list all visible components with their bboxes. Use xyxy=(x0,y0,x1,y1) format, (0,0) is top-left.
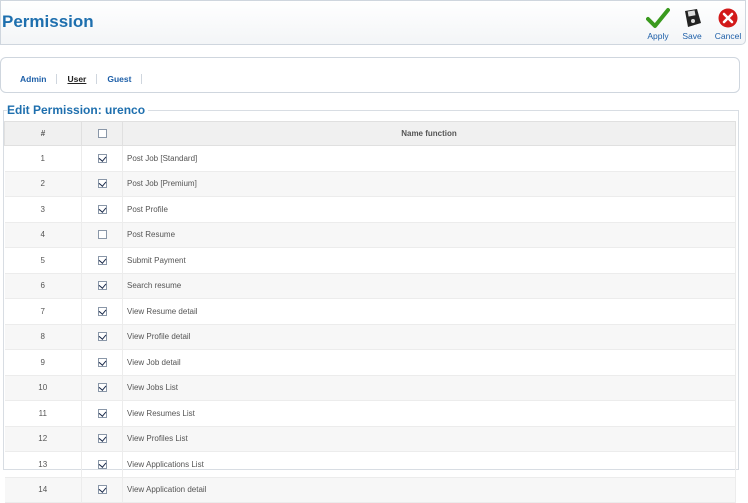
check-icon xyxy=(646,8,670,28)
table-row: 9 View Job detail xyxy=(4,349,736,376)
table-row: 5 Submit Payment xyxy=(4,247,736,274)
function-name: Post Job [Premium] xyxy=(122,171,736,197)
row-checkbox-cell xyxy=(81,196,123,223)
cancel-icon xyxy=(718,8,738,28)
save-button[interactable]: Save xyxy=(677,7,707,41)
row-checkbox-cell xyxy=(81,247,123,274)
function-name: Search resume xyxy=(122,273,736,299)
table-row: 14 View Application detail xyxy=(4,477,736,503)
permission-checkbox[interactable] xyxy=(97,153,107,163)
column-header-name: Name function xyxy=(122,121,736,146)
row-checkbox-cell xyxy=(81,145,123,172)
floppy-disk-icon xyxy=(685,9,701,27)
row-checkbox-cell xyxy=(81,222,123,248)
table-row: 8 View Profile detail xyxy=(4,324,736,350)
permission-checkbox[interactable] xyxy=(97,306,107,316)
function-name: Submit Payment xyxy=(122,247,736,274)
row-number: 8 xyxy=(4,324,82,350)
row-number: 3 xyxy=(4,196,82,223)
permission-checkbox[interactable] xyxy=(97,281,107,291)
permission-checkbox[interactable] xyxy=(97,383,107,393)
function-name: Post Profile xyxy=(122,196,736,223)
select-all-checkbox[interactable] xyxy=(97,129,107,139)
table-row: 11 View Resumes List xyxy=(4,400,736,427)
column-header-number: # xyxy=(4,121,82,146)
row-checkbox-cell xyxy=(81,298,123,325)
row-checkbox-cell xyxy=(81,375,123,401)
row-number: 13 xyxy=(4,451,82,478)
table-row: 13 View Applications List xyxy=(4,451,736,478)
table-row: 1 Post Job [Standard] xyxy=(4,145,736,172)
permission-checkbox[interactable] xyxy=(97,230,107,240)
permission-checkbox[interactable] xyxy=(97,459,107,469)
permission-checkbox[interactable] xyxy=(97,332,107,342)
permission-checkbox[interactable] xyxy=(97,204,107,214)
row-number: 11 xyxy=(4,400,82,427)
row-number: 9 xyxy=(4,349,82,376)
row-number: 2 xyxy=(4,171,82,197)
table-row: 10 View Jobs List xyxy=(4,375,736,401)
row-checkbox-cell xyxy=(81,273,123,299)
row-number: 7 xyxy=(4,298,82,325)
permission-checkbox[interactable] xyxy=(97,357,107,367)
row-number: 10 xyxy=(4,375,82,401)
permission-checkbox[interactable] xyxy=(97,179,107,189)
row-number: 6 xyxy=(4,273,82,299)
tab-user[interactable]: User xyxy=(57,74,98,84)
header-bar: Permission Apply Save Cancel xyxy=(0,0,746,45)
function-name: Post Resume xyxy=(122,222,736,248)
cancel-label: Cancel xyxy=(714,31,742,41)
tab-admin[interactable]: Admin xyxy=(20,74,58,84)
table-row: 4 Post Resume xyxy=(4,222,736,248)
cancel-button[interactable]: Cancel xyxy=(713,7,743,41)
row-number: 4 xyxy=(4,222,82,248)
function-name: View Application detail xyxy=(122,477,736,503)
function-name: View Jobs List xyxy=(122,375,736,401)
apply-label: Apply xyxy=(647,31,669,41)
table-row: 3 Post Profile xyxy=(4,196,736,223)
edit-permission-legend: Edit Permission: urenco xyxy=(7,103,149,117)
permission-checkbox[interactable] xyxy=(97,434,107,444)
page-title: Permission xyxy=(2,12,94,31)
permission-checkbox[interactable] xyxy=(97,408,107,418)
column-header-select xyxy=(81,121,123,146)
table-row: 12 View Profiles List xyxy=(4,426,736,452)
table-header-row: # Name function xyxy=(4,121,736,146)
row-checkbox-cell xyxy=(81,477,123,503)
function-name: View Profile detail xyxy=(122,324,736,350)
permission-checkbox[interactable] xyxy=(97,485,107,495)
save-label: Save xyxy=(682,31,702,41)
row-checkbox-cell xyxy=(81,349,123,376)
role-tabs-bar: Admin User Guest xyxy=(0,57,740,93)
apply-button[interactable]: Apply xyxy=(643,7,673,41)
role-tabs: Admin User Guest xyxy=(20,74,143,84)
row-checkbox-cell xyxy=(81,324,123,350)
row-number: 1 xyxy=(4,145,82,172)
row-checkbox-cell xyxy=(81,451,123,478)
table-row: 6 Search resume xyxy=(4,273,736,299)
function-name: View Resume detail xyxy=(122,298,736,325)
permission-table: # Name function 1 Post Job [Standard] 2 Pos… xyxy=(4,121,736,503)
table-row: 7 View Resume detail xyxy=(4,298,736,325)
function-name: Post Job [Standard] xyxy=(122,145,736,172)
row-checkbox-cell xyxy=(81,400,123,427)
function-name: View Resumes List xyxy=(122,400,736,427)
row-checkbox-cell xyxy=(81,426,123,452)
row-number: 5 xyxy=(4,247,82,274)
row-checkbox-cell xyxy=(81,171,123,197)
row-number: 12 xyxy=(4,426,82,452)
row-number: 14 xyxy=(4,477,82,503)
function-name: View Job detail xyxy=(122,349,736,376)
table-row: 2 Post Job [Premium] xyxy=(4,171,736,197)
function-name: View Profiles List xyxy=(122,426,736,452)
function-name: View Applications List xyxy=(122,451,736,478)
permission-checkbox[interactable] xyxy=(97,255,107,265)
tab-guest[interactable]: Guest xyxy=(97,74,143,84)
